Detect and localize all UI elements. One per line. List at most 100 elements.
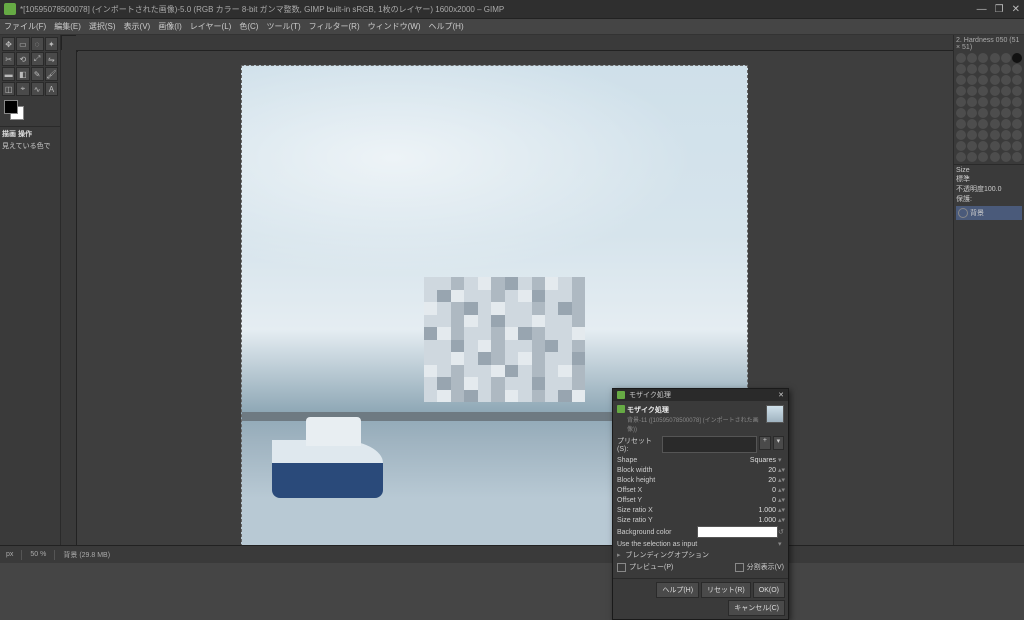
opacity-value[interactable]: 100.0 [984,186,1002,193]
preset-menu-button[interactable]: ▾ [773,436,784,450]
window-close[interactable]: ✕ [1012,4,1020,15]
gegl-icon [617,391,625,399]
tool-move[interactable]: ✥ [2,37,15,51]
canvas-area [61,35,953,545]
reset-button[interactable]: リセット(R) [701,582,751,598]
tool-bucket[interactable]: ▬ [2,67,15,81]
help-button[interactable]: ヘルプ(H) [656,582,699,598]
status-unit[interactable]: px [6,551,13,558]
shape-value[interactable]: Squares [740,457,778,464]
dialog-titlebar[interactable]: モザイク処理 ✕ [613,389,788,401]
expand-icon[interactable]: ▸ [617,551,621,559]
status-zoom[interactable]: 50 % [30,551,46,558]
spinner-icon[interactable]: ▴▾ [778,476,784,484]
fg-bg-colors[interactable] [4,100,24,120]
tool-scale[interactable]: ⤢ [31,52,44,66]
preview-label: プレビュー(P) [629,562,673,572]
tool-flip[interactable]: ⇋ [45,52,58,66]
preset-input[interactable] [662,436,757,453]
dialog-close-icon[interactable]: ✕ [778,391,784,399]
menu-color[interactable]: 色(C) [239,21,258,32]
dialog-header-text: モザイク処理 [627,405,764,415]
block-height-value[interactable]: 20 [740,477,778,484]
offset-y-value[interactable]: 0 [740,497,778,504]
tool-clone[interactable]: ⌖ [16,82,29,96]
cancel-button[interactable]: キャンセル(C) [728,600,785,616]
size-ratio-y-value[interactable]: 1.000 [740,517,778,524]
preset-add-button[interactable]: + [759,436,770,450]
layer-name: 背景 [970,208,984,218]
menu-tool[interactable]: ツール(T) [266,21,300,32]
status-separator [54,550,55,560]
layer-mode[interactable]: 標準 [956,176,970,183]
block-height-label: Block height [617,477,740,484]
tool-crop[interactable]: ✂ [2,52,15,66]
shape-dropdown-icon[interactable]: ▾ [778,456,784,464]
tool-fuzzy-select[interactable]: ✦ [45,37,58,51]
dropdown-icon[interactable]: ▾ [778,540,784,548]
left-dock: ✥▭◌✦ ✂⟲⤢⇋ ▬◧✎🖌 ◫⌖∿A 描画 操作 見えている色で [0,35,61,545]
window-titlebar: *[10595078500078] (インポートされた画像)-5.0 (RGB … [0,0,1024,19]
brushes-panel: 2. Hardness 050 (51 × 51) [954,35,1024,165]
spinner-icon[interactable]: ▴▾ [778,516,784,524]
menu-filter[interactable]: フィルター(R) [309,21,360,32]
spinner-icon[interactable]: ▴▾ [778,506,784,514]
color-reset-icon[interactable]: ↺ [778,528,784,536]
use-selection-label: Use the selection as input [617,541,778,548]
menu-help[interactable]: ヘルプ(H) [429,21,464,32]
tool-rotate[interactable]: ⟲ [16,52,29,66]
menu-bar: ファイル(F) 編集(E) 選択(S) 表示(V) 画像(I) レイヤー(L) … [0,19,1024,35]
menu-file[interactable]: ファイル(F) [4,21,46,32]
menu-edit[interactable]: 編集(E) [54,21,81,32]
spinner-icon[interactable]: ▴▾ [778,466,784,474]
dialog-body: モザイク処理 背景-11 ([10595078500078] (インポートされた… [613,401,788,578]
spinner-icon[interactable]: ▴▾ [778,496,784,504]
tool-eraser[interactable]: ◫ [2,82,15,96]
fg-color[interactable] [4,100,18,114]
ruler-vertical [61,50,77,545]
split-checkbox[interactable] [735,563,744,572]
block-width-value[interactable]: 20 [740,467,778,474]
tool-text[interactable]: A [45,82,58,96]
gimp-app-icon [4,3,16,15]
block-width-label: Block width [617,467,740,474]
offset-y-label: Offset Y [617,497,740,504]
layer-row[interactable]: 背景 [956,206,1022,220]
offset-x-label: Offset X [617,487,740,494]
ruler-horizontal [76,35,953,51]
blending-options-label[interactable]: ブレンディングオプション [626,550,710,560]
brushes-header: 2. Hardness 050 (51 × 51) [956,37,1022,51]
bg-color-swatch[interactable] [697,526,779,538]
tool-options: 描画 操作 見えている色で [0,126,60,153]
menu-layer[interactable]: レイヤー(L) [190,21,232,32]
dialog-thumbnail [766,405,784,423]
dialog-subheader: 背景-11 ([10595078500078] (インポートされた画像)) [627,415,764,433]
size-ratio-x-value[interactable]: 1.000 [740,507,778,514]
layer-visibility-icon[interactable] [958,208,968,218]
dialog-buttons: ヘルプ(H) リセット(R) OK(O) キャンセル(C) [613,578,788,619]
brush-grid[interactable] [956,53,1022,162]
main-area: ✥▭◌✦ ✂⟲⤢⇋ ▬◧✎🖌 ◫⌖∿A 描画 操作 見えている色で 2. Har… [0,35,1024,545]
tool-gradient[interactable]: ◧ [16,67,29,81]
preview-checkbox[interactable] [617,563,626,572]
window-minimize[interactable]: — [977,4,987,15]
tool-options-header: 描画 操作 [2,129,58,139]
tool-rect-select[interactable]: ▭ [16,37,29,51]
menu-window[interactable]: ウィンドウ(W) [368,21,421,32]
image-boat [272,440,383,498]
tool-smudge[interactable]: ∿ [31,82,44,96]
offset-x-value[interactable]: 0 [740,487,778,494]
preset-row: プリセット(S): + ▾ [617,436,784,453]
tool-pencil[interactable]: ✎ [31,67,44,81]
window-maximize[interactable]: ❐ [995,4,1004,15]
image-mosaic-region [424,277,586,402]
menu-view[interactable]: 表示(V) [124,21,151,32]
ok-button[interactable]: OK(O) [753,582,785,598]
menu-select[interactable]: 選択(S) [89,21,116,32]
tool-brush[interactable]: 🖌 [45,67,58,81]
menu-image[interactable]: 画像(I) [158,21,182,32]
opacity-label: 不透明度 [956,186,984,193]
dialog-title: モザイク処理 [629,390,671,400]
tool-free-select[interactable]: ◌ [31,37,44,51]
spinner-icon[interactable]: ▴▾ [778,486,784,494]
